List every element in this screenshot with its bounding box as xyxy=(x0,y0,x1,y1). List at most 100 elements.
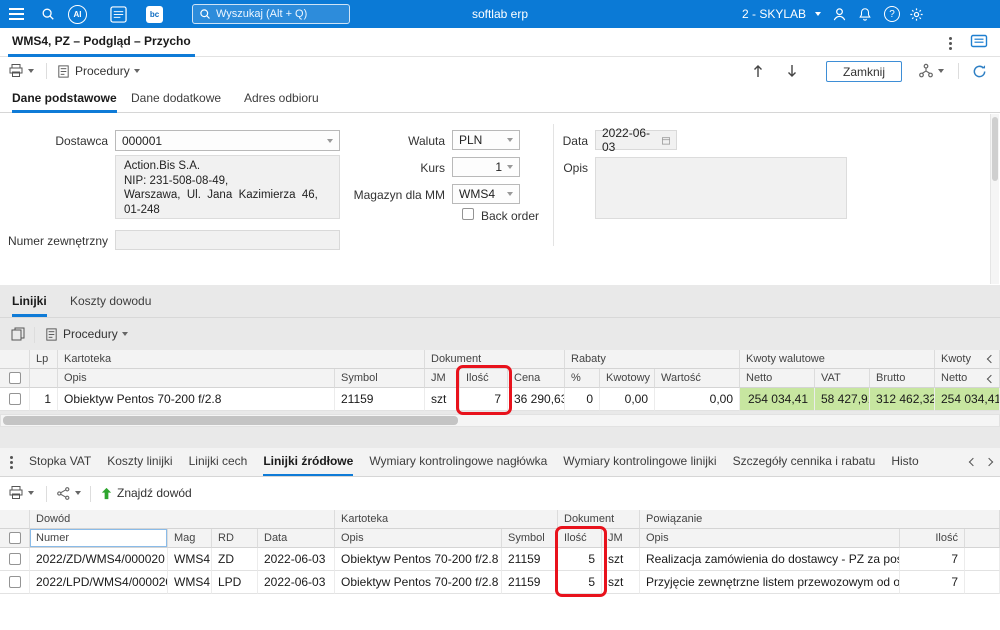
t2-group-powiazanie[interactable]: Powiązanie xyxy=(640,510,1000,529)
copy-line-button[interactable] xyxy=(10,320,26,348)
company-selector[interactable]: 2 - SKYLAB xyxy=(742,0,822,28)
t2-col-opis[interactable]: Opis xyxy=(335,529,502,548)
move-down-button[interactable] xyxy=(786,57,798,85)
form-vscrollbar[interactable] xyxy=(990,114,999,284)
waluta-select[interactable]: PLN xyxy=(452,130,520,150)
numer-zewnetrzny-field[interactable] xyxy=(115,230,340,250)
row-checkbox[interactable] xyxy=(8,393,21,405)
t1-group-kwoty-walutowe[interactable]: Kwoty walutowe xyxy=(740,350,935,369)
t1-col-opis[interactable]: Opis xyxy=(58,369,335,388)
t2-cell-ilosc2: 7 xyxy=(900,548,965,571)
zamknij-button[interactable]: Zamknij xyxy=(826,61,902,82)
comments-icon[interactable] xyxy=(970,33,988,51)
t2-col-numer[interactable]: Numer xyxy=(30,529,168,548)
tab-linijki[interactable]: Linijki xyxy=(12,288,47,317)
t1-col-jm[interactable]: JM xyxy=(425,369,460,388)
print-button[interactable] xyxy=(8,57,34,85)
refresh-button[interactable] xyxy=(972,57,987,85)
t1-col-cena[interactable]: Cena xyxy=(508,369,565,388)
tab-historia[interactable]: Histo xyxy=(891,448,918,476)
chevron-down-icon xyxy=(327,138,333,143)
t1-group-dokument[interactable]: Dokument xyxy=(425,350,565,369)
notifications-bell-icon[interactable] xyxy=(858,0,872,28)
t2-col-symbol[interactable]: Symbol xyxy=(502,529,558,548)
bc-app-icon[interactable]: bc xyxy=(146,0,163,28)
t1-col-brutto[interactable]: Brutto xyxy=(870,369,935,388)
magazyn-select[interactable]: WMS4 xyxy=(452,184,520,204)
t1-group-lp[interactable]: Lp xyxy=(30,350,58,369)
t2-group-dowod[interactable]: Dowód xyxy=(30,510,335,529)
chevron-down-icon xyxy=(133,69,140,73)
search-input[interactable] xyxy=(216,8,334,20)
help-icon[interactable]: ? xyxy=(884,0,900,28)
t2-group-dokument[interactable]: Dokument xyxy=(558,510,640,529)
detail-print-button[interactable] xyxy=(8,479,34,507)
kurs-field[interactable]: 1 xyxy=(452,157,520,177)
scroll-right-icon[interactable] xyxy=(984,457,994,467)
t2-col-data[interactable]: Data xyxy=(258,529,335,548)
t1-group-kartoteka[interactable]: Kartoteka xyxy=(58,350,425,369)
t2-col-ilosc[interactable]: Ilość xyxy=(558,529,602,548)
tab-linijki-zrodlowe[interactable]: Linijki źródłowe xyxy=(263,448,354,476)
table1-row-1[interactable]: 1 Obiektyw Pentos 70-200 f/2.8 21159 szt… xyxy=(0,388,1000,411)
tab-stopka-vat[interactable]: Stopka VAT xyxy=(29,448,91,476)
journal-app-icon[interactable] xyxy=(110,0,127,28)
vscrollbar-thumb[interactable] xyxy=(992,117,998,181)
search-icon[interactable] xyxy=(41,0,55,28)
t2-col-mag[interactable]: Mag xyxy=(168,529,212,548)
t2-col-opis2[interactable]: Opis xyxy=(640,529,900,548)
table2-row-1[interactable]: 2022/ZD/WMS4/000020 WMS4 ZD 2022-06-03 O… xyxy=(0,548,1000,571)
ai-assistant-icon[interactable]: AI xyxy=(68,0,87,28)
t2-col-ilosc2[interactable]: Ilość xyxy=(900,529,965,548)
select-all-checkbox[interactable] xyxy=(8,372,21,384)
tab-adres-odbioru[interactable]: Adres odbioru xyxy=(244,85,319,113)
dostawca-field[interactable]: 000001 xyxy=(115,130,340,151)
tab-linijki-cech[interactable]: Linijki cech xyxy=(189,448,248,476)
row-checkbox[interactable] xyxy=(8,553,21,565)
linijki-procedury-menu[interactable]: Procedury xyxy=(44,320,128,348)
t1-col-procent[interactable]: % xyxy=(565,369,600,388)
move-up-button[interactable] xyxy=(752,57,764,85)
hscrollbar-thumb[interactable] xyxy=(3,416,458,425)
t1-col-symbol[interactable]: Symbol xyxy=(335,369,425,388)
printer-icon xyxy=(9,64,23,77)
row-checkbox[interactable] xyxy=(8,576,21,588)
scroll-left-icon[interactable] xyxy=(968,457,978,467)
t1-col-vat[interactable]: VAT xyxy=(815,369,870,388)
settings-gear-icon[interactable] xyxy=(909,0,924,28)
opis-textarea[interactable] xyxy=(595,157,847,219)
tab-koszty-linijki[interactable]: Koszty linijki xyxy=(107,448,172,476)
select-all-checkbox[interactable] xyxy=(8,532,21,544)
znajdz-dowod-button[interactable]: Znajdź dowód xyxy=(100,479,192,507)
table1-hscrollbar[interactable] xyxy=(0,414,1000,427)
t2-col-rd[interactable]: RD xyxy=(212,529,258,548)
relations-menu[interactable] xyxy=(56,479,81,507)
t2-group-kartoteka[interactable]: Kartoteka xyxy=(335,510,558,529)
window-more-icon[interactable] xyxy=(949,37,952,50)
tab-szczegoly-cennika[interactable]: Szczegóły cennika i rabatu xyxy=(733,448,876,476)
workflow-menu[interactable] xyxy=(918,57,944,85)
window-titlebar: WMS4, PZ – Podgląd – Przycho xyxy=(0,28,1000,57)
tab-wymiary-naglowka[interactable]: Wymiary kontrolingowe nagłówka xyxy=(369,448,547,476)
tab-wymiary-linijki[interactable]: Wymiary kontrolingowe linijki xyxy=(563,448,716,476)
t1-col-ilosc[interactable]: Ilość xyxy=(460,369,508,388)
detail-tabs-more-icon[interactable] xyxy=(10,455,13,469)
linijki-tabs: Linijki Koszty dowodu xyxy=(0,288,1000,318)
user-icon[interactable] xyxy=(832,0,847,28)
hamburger-menu-icon[interactable] xyxy=(9,0,24,28)
t1-group-rabaty[interactable]: Rabaty xyxy=(565,350,740,369)
tab-koszty-dowodu[interactable]: Koszty dowodu xyxy=(70,288,151,317)
t2-col-jm[interactable]: JM xyxy=(602,529,640,548)
tab-dane-dodatkowe[interactable]: Dane dodatkowe xyxy=(131,85,221,113)
t1-col-wartosc[interactable]: Wartość xyxy=(655,369,740,388)
t2-cell-rd: ZD xyxy=(212,548,258,571)
procedury-menu[interactable]: Procedury xyxy=(56,57,140,85)
table2-row-2[interactable]: 2022/LPD/WMS4/000020 WMS4 LPD 2022-06-03… xyxy=(0,571,1000,594)
tab-dane-podstawowe[interactable]: Dane podstawowe xyxy=(12,85,117,113)
window-tab[interactable]: WMS4, PZ – Podgląd – Przycho xyxy=(8,28,195,57)
t1-col-netto[interactable]: Netto xyxy=(740,369,815,388)
back-order-checkbox[interactable] xyxy=(462,208,474,220)
t1-col-kwotowy[interactable]: Kwotowy xyxy=(600,369,655,388)
data-field[interactable]: 2022-06-03 xyxy=(595,126,677,154)
global-search[interactable] xyxy=(192,4,350,24)
